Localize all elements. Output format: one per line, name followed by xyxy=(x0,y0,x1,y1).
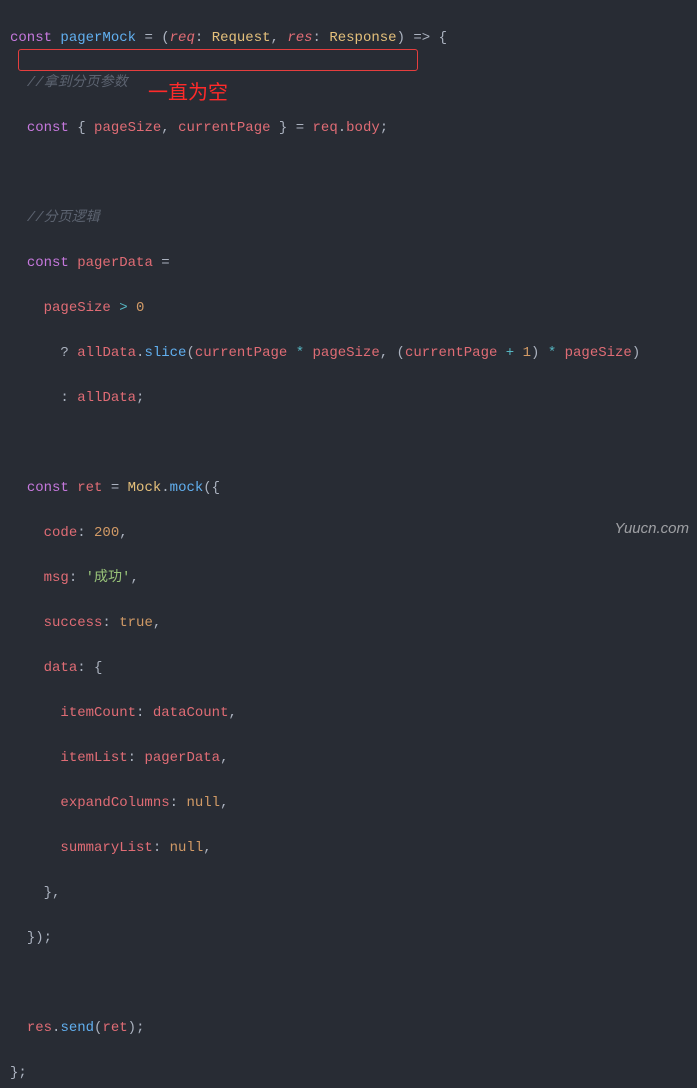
code-line: ? allData.slice(currentPage * pageSize, … xyxy=(0,342,697,365)
code-line: success: true, xyxy=(0,612,697,635)
code-line: itemCount: dataCount, xyxy=(0,702,697,725)
code-line: const ret = Mock.mock({ xyxy=(0,477,697,500)
code-line: //分页逻辑 xyxy=(0,207,697,230)
code-line: code: 200, xyxy=(0,522,697,545)
code-line: pageSize > 0 xyxy=(0,297,697,320)
code-line xyxy=(0,432,697,455)
code-line: //拿到分页参数 xyxy=(0,72,697,95)
code-line: : allData; xyxy=(0,387,697,410)
code-line: }); xyxy=(0,927,697,950)
code-line: const { pageSize, currentPage } = req.bo… xyxy=(0,117,697,140)
code-line: summaryList: null, xyxy=(0,837,697,860)
code-line xyxy=(0,972,697,995)
code-line: itemList: pagerData, xyxy=(0,747,697,770)
code-line: data: { xyxy=(0,657,697,680)
code-line xyxy=(0,162,697,185)
code-line: }; xyxy=(0,1062,697,1085)
code-line: }, xyxy=(0,882,697,905)
code-line: const pagerData = xyxy=(0,252,697,275)
code-line: msg: '成功', xyxy=(0,567,697,590)
code-line: res.send(ret); xyxy=(0,1017,697,1040)
code-line: expandColumns: null, xyxy=(0,792,697,815)
code-line: const pagerMock = (req: Request, res: Re… xyxy=(0,27,697,50)
code-editor[interactable]: const pagerMock = (req: Request, res: Re… xyxy=(0,0,697,1088)
